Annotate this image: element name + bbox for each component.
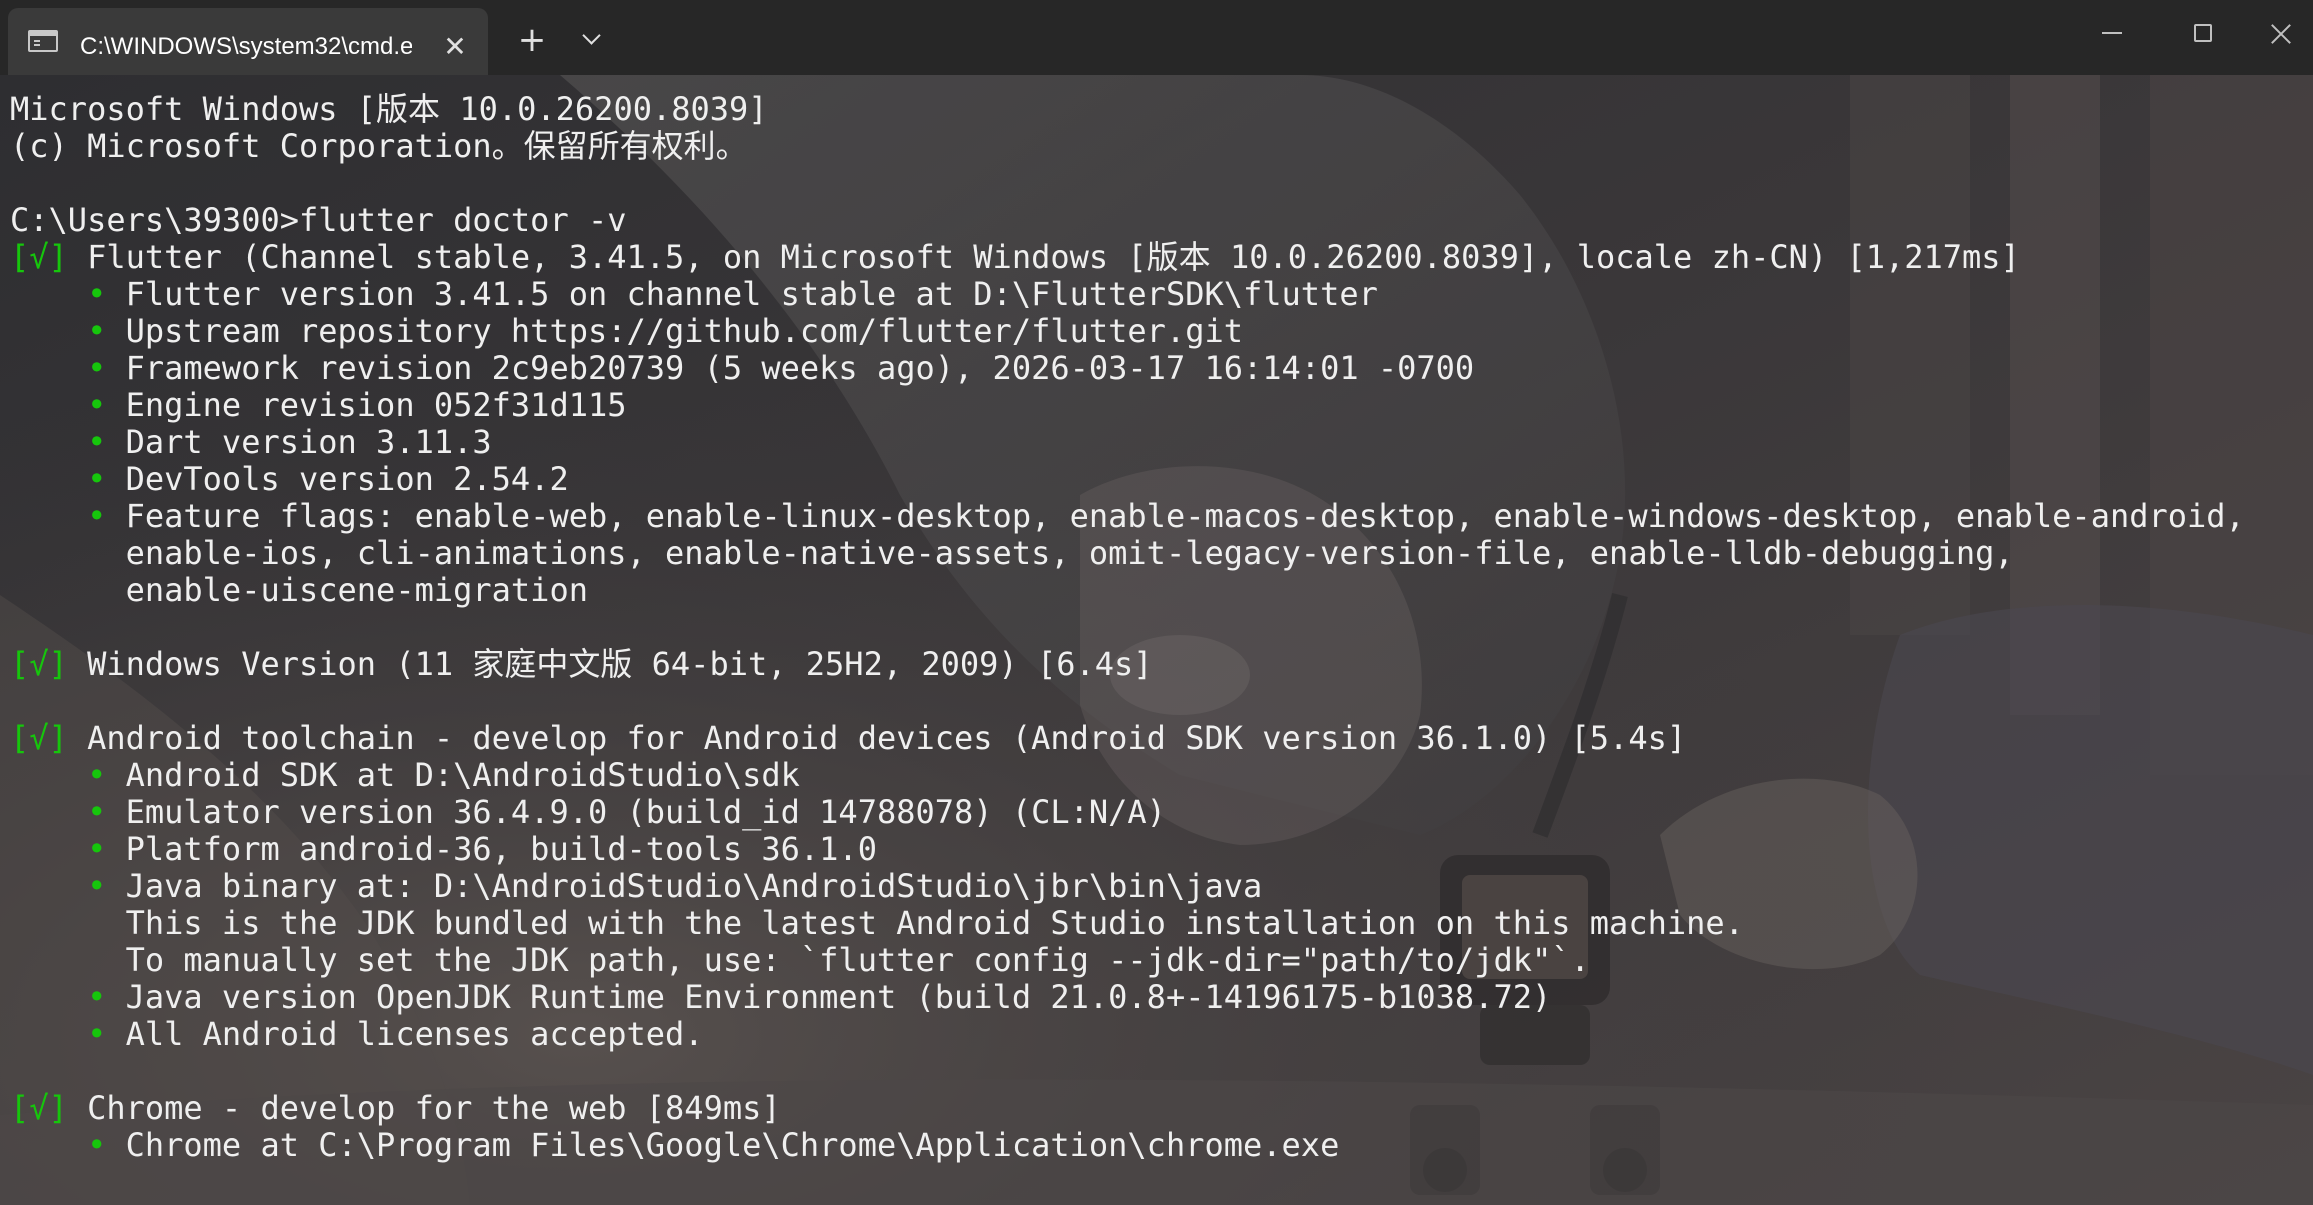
terminal-window: C:\WINDOWS\system32\cmd.e ✕ + Microsoft … — [0, 0, 2313, 1205]
console-output[interactable]: Microsoft Windows [版本 10.0.26200.8039] (c… — [10, 91, 2300, 1164]
bullet-icon: • — [87, 460, 107, 498]
console-line: This is the JDK bundled with the latest … — [10, 905, 2300, 942]
console-line: Microsoft Windows [版本 10.0.26200.8039] — [10, 91, 2300, 128]
console-text: Windows Version (11 家庭中文版 64-bit, 25H2, … — [67, 645, 1153, 683]
tab-close-button[interactable]: ✕ — [440, 32, 470, 62]
maximize-button[interactable] — [2158, 0, 2248, 66]
check-mark: [√] — [10, 719, 68, 757]
console-line: [√] Android toolchain - develop for Andr… — [10, 720, 2300, 757]
console-line: • All Android licenses accepted. — [10, 1016, 2300, 1053]
console-line: [√] Chrome - develop for the web [849ms] — [10, 1090, 2300, 1127]
console-text: Framework revision 2c9eb20739 (5 weeks a… — [106, 349, 1475, 387]
check-mark: [√] — [10, 645, 68, 683]
console-text: Microsoft Windows [版本 10.0.26200.8039] — [10, 90, 768, 128]
console-line: • Flutter version 3.41.5 on channel stab… — [10, 276, 2300, 313]
check-mark: [√] — [10, 238, 68, 276]
bullet-icon: • — [87, 793, 107, 831]
console-text: DevTools version 2.54.2 — [106, 460, 569, 498]
console-line: • Chrome at C:\Program Files\Google\Chro… — [10, 1127, 2300, 1164]
title-bar[interactable]: C:\WINDOWS\system32\cmd.e ✕ + — [0, 0, 2313, 75]
console-text: Java version OpenJDK Runtime Environment… — [106, 978, 1552, 1016]
console-text: All Android licenses accepted. — [106, 1015, 704, 1053]
console-text: Android toolchain - develop for Android … — [67, 719, 1687, 757]
console-line: • DevTools version 2.54.2 — [10, 461, 2300, 498]
console-line: • Java version OpenJDK Runtime Environme… — [10, 979, 2300, 1016]
console-text: Flutter (Channel stable, 3.41.5, on Micr… — [67, 238, 2020, 276]
console-text: Platform android-36, build-tools 36.1.0 — [106, 830, 877, 868]
console-line: [√] Windows Version (11 家庭中文版 64-bit, 25… — [10, 646, 2300, 683]
bullet-icon: • — [87, 423, 107, 461]
close-window-button[interactable] — [2250, 0, 2313, 66]
console-line: enable-uiscene-migration — [10, 572, 2300, 609]
console-text: Upstream repository https://github.com/f… — [106, 312, 1243, 350]
bullet-icon: • — [87, 349, 107, 387]
console-text: This is the JDK bundled with the latest … — [10, 904, 1744, 942]
console-text: Chrome - develop for the web [849ms] — [67, 1089, 781, 1127]
console-text: Java binary at: D:\AndroidStudio\Android… — [106, 867, 1263, 905]
bullet-icon: • — [87, 867, 107, 905]
terminal-icon — [28, 30, 58, 52]
console-text: C:\Users\39300>flutter doctor -v — [10, 201, 627, 239]
bullet-icon: • — [87, 312, 107, 350]
console-text: Engine revision 052f31d115 — [106, 386, 627, 424]
bullet-icon: • — [87, 497, 107, 535]
console-text: enable-ios, cli-animations, enable-nativ… — [10, 534, 2014, 572]
bullet-icon: • — [87, 978, 107, 1016]
console-text: Feature flags: enable-web, enable-linux-… — [106, 497, 2245, 535]
bullet-icon: • — [87, 1126, 107, 1164]
bullet-icon: • — [87, 1015, 107, 1053]
console-line: • Android SDK at D:\AndroidStudio\sdk — [10, 757, 2300, 794]
console-line: (c) Microsoft Corporation。保留所有权利。 — [10, 128, 2300, 165]
terminal-content[interactable]: Microsoft Windows [版本 10.0.26200.8039] (c… — [0, 75, 2313, 1205]
console-text: Flutter version 3.41.5 on channel stable… — [106, 275, 1378, 313]
console-text: Emulator version 36.4.9.0 (build_id 1478… — [106, 793, 1166, 831]
new-tab-button[interactable]: + — [514, 22, 550, 58]
console-text: Android SDK at D:\AndroidStudio\sdk — [106, 756, 800, 794]
bullet-icon: • — [87, 830, 107, 868]
console-line: • Platform android-36, build-tools 36.1.… — [10, 831, 2300, 868]
console-line: • Feature flags: enable-web, enable-linu… — [10, 498, 2300, 535]
console-text: Chrome at C:\Program Files\Google\Chrome… — [106, 1126, 1340, 1164]
console-line: enable-ios, cli-animations, enable-nativ… — [10, 535, 2300, 572]
console-line: • Java binary at: D:\AndroidStudio\Andro… — [10, 868, 2300, 905]
console-line: To manually set the JDK path, use: `flut… — [10, 942, 2300, 979]
bullet-icon: • — [87, 275, 107, 313]
bullet-icon: • — [87, 756, 107, 794]
console-line: C:\Users\39300>flutter doctor -v — [10, 202, 2300, 239]
console-text: Dart version 3.11.3 — [106, 423, 492, 461]
chevron-down-icon[interactable] — [574, 22, 610, 58]
console-text: enable-uiscene-migration — [10, 571, 588, 609]
tab-title: C:\WINDOWS\system32\cmd.e — [80, 33, 412, 60]
bullet-icon: • — [87, 386, 107, 424]
console-line: • Upstream repository https://github.com… — [10, 313, 2300, 350]
tab-cmd[interactable]: C:\WINDOWS\system32\cmd.e ✕ — [8, 8, 488, 75]
minimize-button[interactable] — [2065, 0, 2155, 66]
console-line: • Engine revision 052f31d115 — [10, 387, 2300, 424]
console-text: (c) Microsoft Corporation。保留所有权利。 — [10, 127, 748, 165]
console-line: • Dart version 3.11.3 — [10, 424, 2300, 461]
check-mark: [√] — [10, 1089, 68, 1127]
console-text: To manually set the JDK path, use: `flut… — [10, 941, 1590, 979]
console-line: • Emulator version 36.4.9.0 (build_id 14… — [10, 794, 2300, 831]
console-line: [√] Flutter (Channel stable, 3.41.5, on … — [10, 239, 2300, 276]
console-line: • Framework revision 2c9eb20739 (5 weeks… — [10, 350, 2300, 387]
